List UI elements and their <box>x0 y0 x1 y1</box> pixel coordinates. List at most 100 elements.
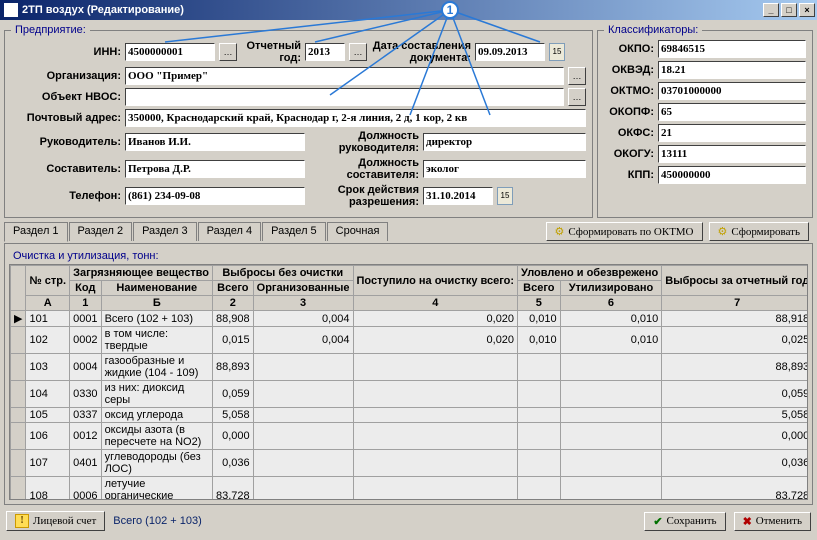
table-cell[interactable]: 102 <box>26 327 70 354</box>
table-cell[interactable]: 107 <box>26 450 70 477</box>
table-row[interactable]: 1020002в том числе: твердые0,0150,0040,0… <box>11 327 809 354</box>
okogu-field[interactable] <box>658 145 806 163</box>
table-row[interactable]: 1080006летучие органические соединения (… <box>11 477 809 501</box>
table-cell[interactable]: 0,010 <box>518 311 561 327</box>
table-cell[interactable]: 101 <box>26 311 70 327</box>
table-cell[interactable] <box>11 408 26 423</box>
table-cell[interactable] <box>253 354 353 381</box>
tab-section-4[interactable]: Раздел 4 <box>198 222 262 241</box>
cancel-button[interactable]: ✖ Отменить <box>734 512 811 531</box>
table-cell[interactable]: оксиды азота (в пересчете на NO2) <box>101 423 212 450</box>
table-cell[interactable] <box>560 477 662 501</box>
table-cell[interactable] <box>353 450 518 477</box>
table-cell[interactable] <box>518 450 561 477</box>
table-row[interactable]: 1050337оксид углерода5,0585,058 <box>11 408 809 423</box>
table-cell[interactable]: 108 <box>26 477 70 501</box>
table-cell[interactable] <box>518 381 561 408</box>
table-cell[interactable] <box>253 423 353 450</box>
tab-section-5[interactable]: Раздел 5 <box>262 222 326 241</box>
table-cell[interactable]: 103 <box>26 354 70 381</box>
author-field[interactable] <box>125 160 305 178</box>
minimize-button[interactable]: _ <box>763 3 779 17</box>
permit-field[interactable] <box>423 187 493 205</box>
table-row[interactable]: 1060012оксиды азота (в пересчете на NO2)… <box>11 423 809 450</box>
table-cell[interactable]: из них: диоксид серы <box>101 381 212 408</box>
table-cell[interactable]: 0006 <box>70 477 101 501</box>
tab-section-2[interactable]: Раздел 2 <box>69 222 133 241</box>
table-cell[interactable]: 106 <box>26 423 70 450</box>
okved-field[interactable] <box>658 61 806 79</box>
table-cell[interactable] <box>353 423 518 450</box>
org-lookup-button[interactable]: … <box>568 67 586 85</box>
year-field[interactable] <box>305 43 345 61</box>
table-cell[interactable]: 0,000 <box>662 423 808 450</box>
table-cell[interactable]: 0001 <box>70 311 101 327</box>
table-cell[interactable] <box>518 354 561 381</box>
table-cell[interactable] <box>11 327 26 354</box>
table-cell[interactable] <box>560 423 662 450</box>
head-pos-field[interactable] <box>423 133 586 151</box>
table-cell[interactable]: 0401 <box>70 450 101 477</box>
table-cell[interactable] <box>560 354 662 381</box>
table-cell[interactable]: в том числе: твердые <box>101 327 212 354</box>
table-cell[interactable]: 0,010 <box>560 311 662 327</box>
table-cell[interactable]: 88,893 <box>213 354 254 381</box>
oktmo-field[interactable] <box>658 82 806 100</box>
table-cell[interactable] <box>518 477 561 501</box>
table-cell[interactable]: 5,058 <box>662 408 808 423</box>
okopf-field[interactable] <box>658 103 806 121</box>
table-row[interactable]: 1070401углеводороды (без ЛОС)0,0360,036 <box>11 450 809 477</box>
kpp-field[interactable] <box>658 166 806 184</box>
table-cell[interactable]: 0,010 <box>518 327 561 354</box>
table-cell[interactable]: 0002 <box>70 327 101 354</box>
inn-field[interactable] <box>125 43 215 61</box>
nvos-lookup-button[interactable]: … <box>568 88 586 106</box>
maximize-button[interactable]: □ <box>781 3 797 17</box>
table-cell[interactable] <box>560 381 662 408</box>
table-cell[interactable]: 104 <box>26 381 70 408</box>
close-button[interactable]: × <box>799 3 815 17</box>
table-cell[interactable] <box>253 408 353 423</box>
table-cell[interactable] <box>11 423 26 450</box>
nvos-field[interactable] <box>125 88 564 106</box>
generate-button[interactable]: ⚙Сформировать <box>709 222 810 241</box>
table-cell[interactable] <box>560 408 662 423</box>
table-cell[interactable]: 83,728 <box>662 477 808 501</box>
inn-lookup-button[interactable]: … <box>219 43 237 61</box>
table-cell[interactable]: Всего (102 + 103) <box>101 311 212 327</box>
doc-date-field[interactable] <box>475 43 545 61</box>
table-cell[interactable] <box>353 354 518 381</box>
year-lookup-button[interactable]: … <box>349 43 367 61</box>
table-cell[interactable]: 0,000 <box>213 423 254 450</box>
table-cell[interactable] <box>11 381 26 408</box>
table-cell[interactable] <box>253 450 353 477</box>
table-cell[interactable] <box>353 477 518 501</box>
table-cell[interactable]: 0,059 <box>662 381 808 408</box>
tab-section-3[interactable]: Раздел 3 <box>133 222 197 241</box>
table-row[interactable]: 1030004газообразные и жидкие (104 - 109)… <box>11 354 809 381</box>
okfs-field[interactable] <box>658 124 806 142</box>
phone-field[interactable] <box>125 187 305 205</box>
permit-calendar-icon[interactable]: 15 <box>497 187 513 205</box>
table-cell[interactable]: газообразные и жидкие (104 - 109) <box>101 354 212 381</box>
table-cell[interactable] <box>353 408 518 423</box>
table-cell[interactable] <box>518 423 561 450</box>
author-pos-field[interactable] <box>423 160 586 178</box>
table-cell[interactable]: 0,015 <box>213 327 254 354</box>
table-cell[interactable] <box>11 354 26 381</box>
table-cell[interactable]: летучие органические соединения (ЛОС) <box>101 477 212 501</box>
okpo-field[interactable] <box>658 40 806 58</box>
table-cell[interactable]: 0,025 <box>662 327 808 354</box>
table-cell[interactable]: 0,059 <box>213 381 254 408</box>
tab-urgent[interactable]: Срочная <box>327 222 389 241</box>
table-cell[interactable] <box>11 477 26 501</box>
table-cell[interactable]: 88,908 <box>213 311 254 327</box>
table-cell[interactable]: 0,020 <box>353 327 518 354</box>
table-cell[interactable]: 0,020 <box>353 311 518 327</box>
tab-section-1[interactable]: Раздел 1 <box>4 222 68 242</box>
table-cell[interactable]: 88,918 <box>662 311 808 327</box>
table-cell[interactable]: 0,036 <box>662 450 808 477</box>
table-cell[interactable] <box>560 450 662 477</box>
table-cell[interactable]: 5,058 <box>213 408 254 423</box>
table-cell[interactable] <box>518 408 561 423</box>
